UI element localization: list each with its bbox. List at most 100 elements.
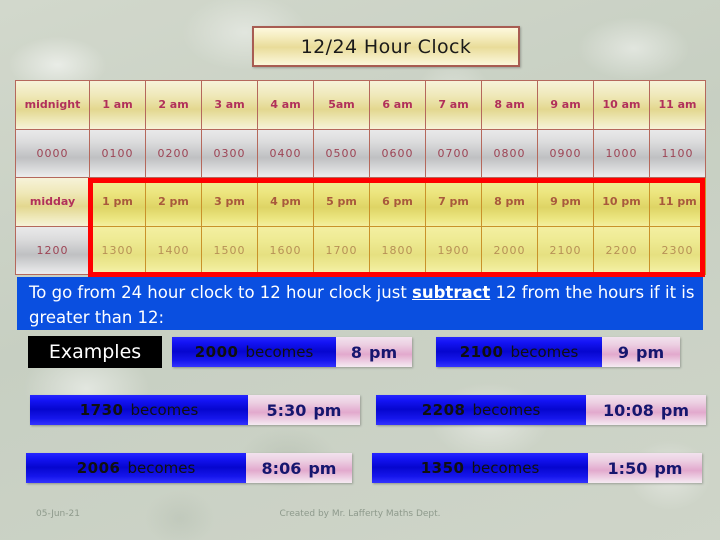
cell-10pm: 10 pm — [593, 177, 650, 227]
cell-10am: 10 am — [593, 80, 650, 130]
cell-0000: 0000 — [15, 128, 90, 178]
example-item: 2006 becomes 8:06 pm — [26, 453, 352, 483]
cell-1300: 1300 — [89, 225, 146, 275]
example-to-suffix: pm — [308, 458, 337, 478]
examples-label-text: Examples — [48, 341, 142, 363]
cell-midnight: midnight — [15, 80, 90, 130]
cell-6am: 6 am — [369, 80, 426, 130]
example-verb: becomes — [127, 459, 196, 477]
example-from-value: 1350 — [420, 459, 465, 477]
example-to-box: 9 pm — [602, 337, 680, 367]
example-item: 2100 becomes 9 pm — [436, 337, 680, 367]
example-to-time: 10:08 — [602, 400, 654, 420]
example-to-box: 8:06 pm — [246, 453, 352, 483]
example-to-time: 5:30 — [266, 400, 307, 420]
cell-1600: 1600 — [257, 225, 314, 275]
cell-1500: 1500 — [201, 225, 258, 275]
cell-midday: midday — [15, 177, 90, 227]
example-from-box: 2000 becomes — [172, 337, 336, 367]
cell-2pm: 2 pm — [145, 177, 202, 227]
cell-0500: 0500 — [313, 128, 370, 178]
cell-11am: 11 am — [649, 80, 706, 130]
cell-7am: 7 am — [425, 80, 482, 130]
example-verb: becomes — [472, 401, 541, 419]
cell-1900: 1900 — [425, 225, 482, 275]
cell-0300: 0300 — [201, 128, 258, 178]
cell-0400: 0400 — [257, 128, 314, 178]
instruction-emphasis: subtract — [412, 283, 491, 302]
example-verb: becomes — [245, 343, 314, 361]
cell-2100: 2100 — [537, 225, 594, 275]
example-to-suffix: pm — [636, 342, 665, 362]
example-item: 2000 becomes 8 pm — [172, 337, 412, 367]
cell-11pm: 11 pm — [649, 177, 706, 227]
cell-2200: 2200 — [593, 225, 650, 275]
example-from-value: 2000 — [194, 343, 239, 361]
example-to-box: 8 pm — [336, 337, 412, 367]
example-from-value: 2100 — [459, 343, 504, 361]
example-from-value: 2006 — [76, 459, 121, 477]
cell-3am: 3 am — [201, 80, 258, 130]
cell-9am: 9 am — [537, 80, 594, 130]
example-from-value: 2208 — [421, 401, 466, 419]
instruction-text-part1: To go from 24 hour clock to 12 hour cloc… — [29, 283, 413, 302]
cell-0100: 0100 — [89, 128, 146, 178]
example-from-box: 2100 becomes — [436, 337, 602, 367]
cell-0200: 0200 — [145, 128, 202, 178]
example-to-box: 1:50 pm — [588, 453, 702, 483]
table-row-pm-24hour: 1200 1300 1400 1500 1600 1700 1800 1900 … — [15, 225, 706, 275]
example-to-suffix: pm — [369, 342, 398, 362]
example-from-box: 1730 becomes — [30, 395, 248, 425]
example-to-time: 1:50 — [607, 458, 648, 478]
cell-8pm: 8 pm — [481, 177, 538, 227]
example-to-time: 8 — [350, 342, 362, 362]
cell-0800: 0800 — [481, 128, 538, 178]
example-from-box: 2208 becomes — [376, 395, 586, 425]
example-verb: becomes — [471, 459, 540, 477]
example-item: 1730 becomes 5:30 pm — [30, 395, 360, 425]
cell-9pm: 9 pm — [537, 177, 594, 227]
page-title-text: 12/24 Hour Clock — [300, 35, 472, 58]
instruction-banner: To go from 24 hour clock to 12 hour cloc… — [17, 277, 703, 330]
cell-5pm: 5 pm — [313, 177, 370, 227]
cell-2300: 2300 — [649, 225, 706, 275]
example-from-value: 1730 — [79, 401, 124, 419]
example-to-suffix: pm — [660, 400, 690, 420]
cell-0600: 0600 — [369, 128, 426, 178]
cell-0900: 0900 — [537, 128, 594, 178]
cell-1pm: 1 pm — [89, 177, 146, 227]
example-to-box: 5:30 pm — [248, 395, 360, 425]
table-row-pm-labels: midday 1 pm 2 pm 3 pm 4 pm 5 pm 6 pm 7 p… — [15, 177, 706, 227]
example-to-time: 9 — [617, 342, 629, 362]
cell-1am: 1 am — [89, 80, 146, 130]
example-to-suffix: pm — [313, 400, 342, 420]
footer-credit: Created by Mr. Lafferty Maths Dept. — [279, 509, 441, 519]
cell-5am: 5am — [313, 80, 370, 130]
cell-0700: 0700 — [425, 128, 482, 178]
cell-6pm: 6 pm — [369, 177, 426, 227]
cell-2000: 2000 — [481, 225, 538, 275]
example-from-box: 2006 becomes — [26, 453, 246, 483]
example-item: 1350 becomes 1:50 pm — [372, 453, 702, 483]
example-to-suffix: pm — [654, 458, 683, 478]
cell-1800: 1800 — [369, 225, 426, 275]
table-row-am-labels: midnight 1 am 2 am 3 am 4 am 5am 6 am 7 … — [15, 80, 706, 130]
cell-1200: 1200 — [15, 225, 90, 275]
example-verb: becomes — [510, 343, 579, 361]
example-item: 2208 becomes 10:08 pm — [376, 395, 706, 425]
cell-4pm: 4 pm — [257, 177, 314, 227]
example-to-time: 8:06 — [261, 458, 302, 478]
page-title: 12/24 Hour Clock — [252, 26, 520, 67]
table-row-am-24hour: 0000 0100 0200 0300 0400 0500 0600 0700 … — [15, 128, 706, 178]
example-verb: becomes — [130, 401, 199, 419]
cell-1100: 1100 — [649, 128, 706, 178]
slide-canvas: 12/24 Hour Clock midnight 1 am 2 am 3 am… — [0, 0, 720, 540]
example-to-box: 10:08 pm — [586, 395, 706, 425]
clock-conversion-table: midnight 1 am 2 am 3 am 4 am 5am 6 am 7 … — [15, 80, 706, 275]
cell-4am: 4 am — [257, 80, 314, 130]
examples-label: Examples — [28, 336, 162, 368]
cell-8am: 8 am — [481, 80, 538, 130]
cell-1400: 1400 — [145, 225, 202, 275]
cell-1000: 1000 — [593, 128, 650, 178]
cell-3pm: 3 pm — [201, 177, 258, 227]
